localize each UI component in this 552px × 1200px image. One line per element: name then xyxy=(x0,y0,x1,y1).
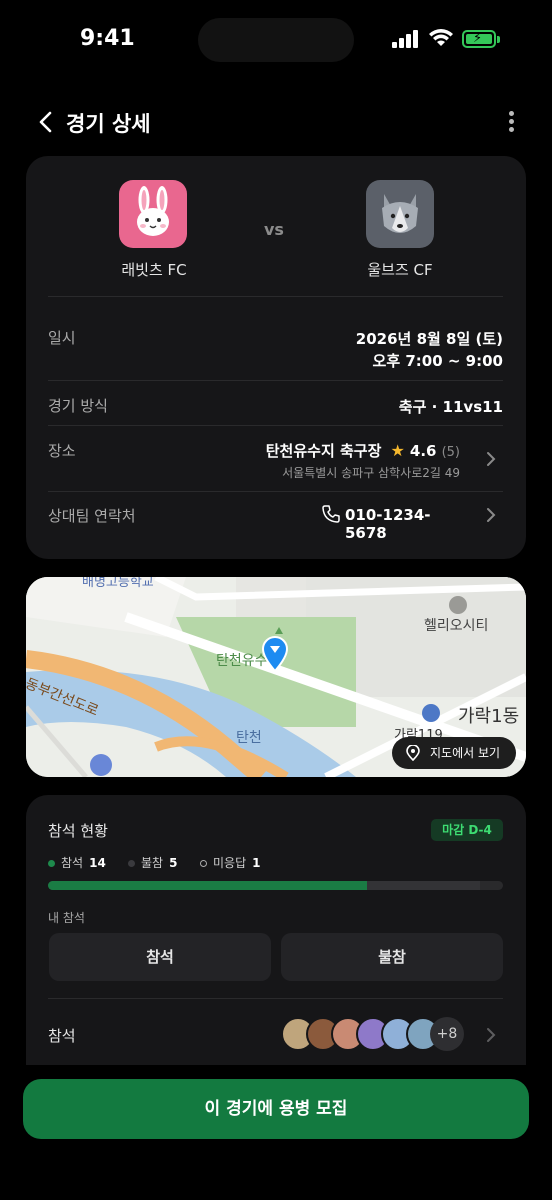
attendance-title: 참석 현황 xyxy=(48,822,108,840)
chevron-right-icon xyxy=(487,1028,496,1042)
match-format: 축구 · 11vs11 xyxy=(398,398,503,416)
legend-count: 5 xyxy=(169,856,178,870)
back-icon[interactable] xyxy=(32,108,60,136)
contact-label: 상대팀 연락처 xyxy=(48,507,136,525)
deadline-badge: 마감 D-4 xyxy=(431,819,503,841)
map-pin-icon xyxy=(261,636,289,673)
attendance-progress-bar xyxy=(48,881,503,890)
rabbit-icon xyxy=(137,186,169,236)
view-map-label: 지도에서 보기 xyxy=(430,746,501,760)
legend-label: 미응답 xyxy=(213,856,247,870)
venue-name-line: 탄천유수지 축구장 ★ 4.6 (5) xyxy=(240,440,460,461)
vs-label: vs xyxy=(264,220,284,239)
status-time: 9:41 xyxy=(80,26,135,51)
map-label: 가락1동 xyxy=(458,706,520,727)
attendees-label: 참석 xyxy=(48,1027,76,1045)
home-team-logo xyxy=(119,180,187,248)
dynamic-island xyxy=(198,18,354,62)
venue-name: 탄천유수지 축구장 xyxy=(265,442,382,460)
match-date: 2026년 8월 8일 (토) xyxy=(355,330,503,348)
wifi-icon xyxy=(429,29,453,46)
attend-dot xyxy=(48,860,55,867)
venue-label: 장소 xyxy=(48,442,76,460)
divider xyxy=(48,380,503,381)
map-label: 배명고등학교 xyxy=(82,577,154,590)
contact-phone: 010-1234-5678 xyxy=(345,506,431,542)
phone-icon xyxy=(322,505,340,523)
more-attendees-count: +8 xyxy=(430,1017,464,1051)
signal-icon xyxy=(392,30,420,48)
absent-button[interactable]: 불참 xyxy=(281,933,503,981)
divider xyxy=(48,296,503,297)
attend-segment xyxy=(48,881,367,890)
battery-icon: ⚡ xyxy=(462,30,500,48)
match-time: 오후 7:00 ~ 9:00 xyxy=(372,352,503,370)
venue-rating-count: (5) xyxy=(441,445,460,460)
legend-attend: 참석 14 xyxy=(48,854,106,871)
legend-absent: 불참 5 xyxy=(128,854,177,871)
chevron-right-icon xyxy=(487,508,496,522)
star-icon: ★ xyxy=(390,441,405,460)
recruit-mercenary-button[interactable]: 이 경기에 용병 모집 xyxy=(23,1079,529,1139)
page-title: 경기 상세 xyxy=(66,112,151,136)
datetime-label: 일시 xyxy=(48,329,76,347)
divider xyxy=(48,998,503,999)
legend-count: 14 xyxy=(89,856,106,870)
map-label: 탄천 xyxy=(236,730,262,746)
map-label: 헬리오시티 xyxy=(424,618,489,634)
away-team-logo xyxy=(366,180,434,248)
chevron-right-icon xyxy=(487,452,496,466)
legend-label: 불참 xyxy=(141,856,164,870)
absent-segment xyxy=(366,881,481,890)
pending-dot xyxy=(200,860,207,867)
wolf-icon xyxy=(382,194,418,233)
venue-address: 서울특별시 송파구 삼학사로2길 49 xyxy=(282,466,460,480)
my-attendance-label: 내 참석 xyxy=(48,911,85,925)
legend-label: 참석 xyxy=(61,856,84,870)
location-icon xyxy=(406,745,420,761)
view-map-button[interactable]: 지도에서 보기 xyxy=(392,737,516,769)
away-team-name: 울브즈 CF xyxy=(367,261,433,279)
absent-dot xyxy=(128,860,135,867)
venue-rating: 4.6 xyxy=(409,442,437,460)
legend-count: 1 xyxy=(252,856,261,870)
more-icon[interactable] xyxy=(500,108,524,136)
home-team-name: 래빗츠 FC xyxy=(121,261,187,279)
format-label: 경기 방식 xyxy=(48,397,108,415)
legend-pending: 미응답 1 xyxy=(200,854,260,871)
attend-button[interactable]: 참석 xyxy=(49,933,271,981)
